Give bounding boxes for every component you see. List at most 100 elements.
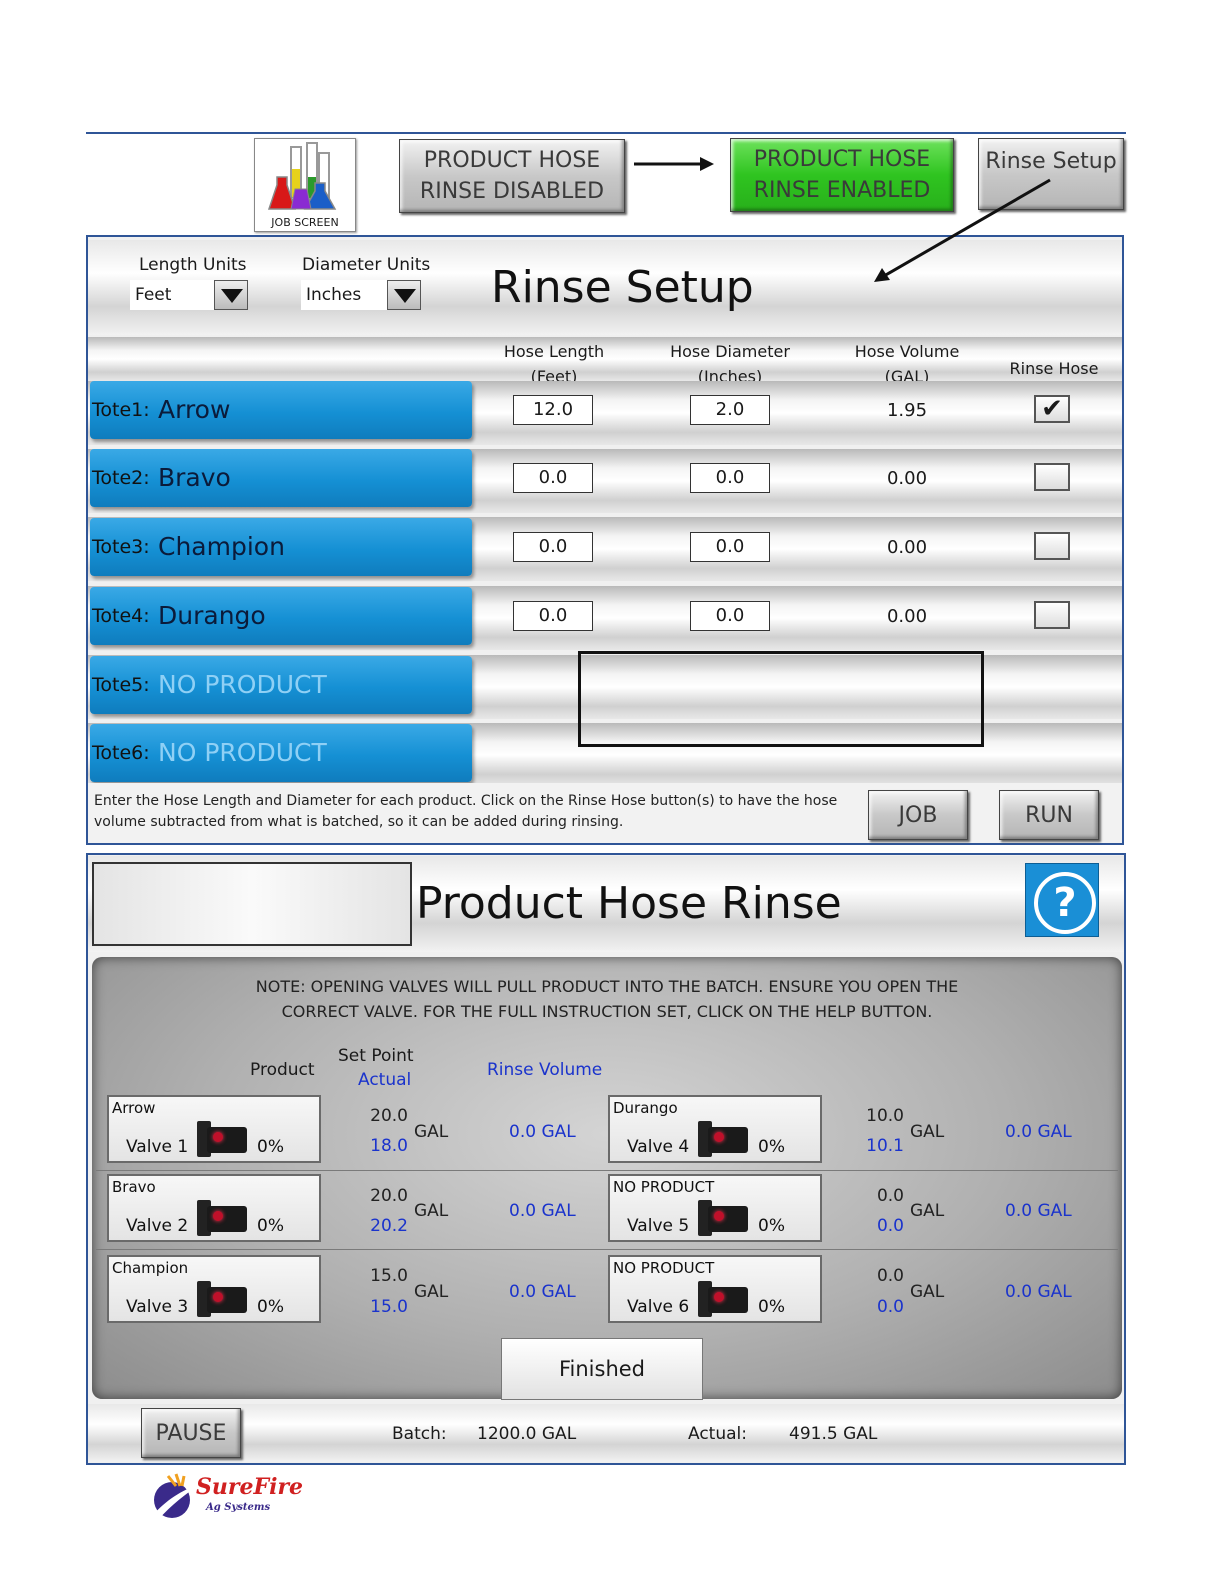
- col-hose-volume-l1: Hose Volume: [854, 342, 960, 361]
- rinse-volume-value: 0.0 GAL: [1005, 1282, 1072, 1302]
- valve-product-name: Bravo: [112, 1178, 156, 1196]
- valve-label: Valve 1: [126, 1137, 189, 1157]
- hose-diameter-input[interactable]: 2.0: [690, 395, 770, 425]
- tote-product-name: Arrow: [158, 395, 231, 424]
- hdr-product: Product: [250, 1060, 315, 1080]
- valve-percent: 0%: [257, 1297, 284, 1317]
- valve-2-button[interactable]: Bravo Valve 2 0%: [107, 1174, 321, 1242]
- tote-product-name: NO PRODUCT: [158, 670, 327, 699]
- gal-unit: GAL: [910, 1201, 945, 1221]
- valve-percent: 0%: [758, 1297, 785, 1317]
- status-display: [92, 862, 412, 946]
- valve-4-button[interactable]: Durango Valve 4 0%: [608, 1095, 822, 1163]
- tote-product-name: Bravo: [158, 463, 231, 492]
- valve-6-button[interactable]: NO PRODUCT Valve 6 0%: [608, 1255, 822, 1323]
- actual-value: 10.1: [866, 1136, 904, 1156]
- hdr-rinse-volume: Rinse Volume: [487, 1060, 603, 1080]
- finished-button[interactable]: Finished: [501, 1338, 703, 1400]
- valve-label: Valve 2: [126, 1216, 189, 1236]
- hose-length-input[interactable]: 0.0: [513, 463, 593, 493]
- note-text: NOTE: OPENING VALVES WILL PULL PRODUCT I…: [92, 974, 1122, 1024]
- setpoint-value: 10.0: [866, 1106, 904, 1126]
- arrow-right-icon: [634, 157, 714, 171]
- rinse-volume-value: 0.0 GAL: [509, 1282, 576, 1302]
- tote-number: Tote3:: [92, 536, 150, 558]
- tote-number: Tote1:: [92, 399, 150, 421]
- valve-1-button[interactable]: Arrow Valve 1 0%: [107, 1095, 321, 1163]
- rinse-hose-checkbox[interactable]: [1034, 463, 1070, 491]
- actual-value: 0.0: [876, 1216, 904, 1236]
- diameter-units-label: Diameter Units: [302, 255, 431, 275]
- chevron-down-icon[interactable]: [214, 280, 248, 310]
- rinse-disabled-line1: PRODUCT HOSE: [423, 148, 601, 173]
- gal-unit: GAL: [414, 1201, 449, 1221]
- rinse-disabled-button[interactable]: PRODUCT HOSE RINSE DISABLED: [399, 139, 625, 213]
- note-line1: NOTE: OPENING VALVES WILL PULL PRODUCT I…: [255, 977, 959, 996]
- row-divider: [96, 1249, 1118, 1250]
- valve-label: Valve 6: [627, 1297, 690, 1317]
- setpoint-value: 0.0: [876, 1266, 904, 1286]
- tote-number: Tote4:: [92, 605, 150, 627]
- valve-product-name: NO PRODUCT: [613, 1178, 715, 1196]
- valve-product-name: NO PRODUCT: [613, 1259, 715, 1277]
- rinse-hose-checkbox[interactable]: ✔: [1034, 395, 1070, 423]
- valve-actuator-icon: [698, 1200, 748, 1236]
- actual-total-value: 491.5 GAL: [789, 1424, 878, 1444]
- chevron-down-icon[interactable]: [387, 280, 421, 310]
- status-bar: [88, 1404, 1124, 1462]
- valve-product-name: Champion: [112, 1259, 189, 1277]
- col-hose-diameter-l1: Hose Diameter: [670, 342, 790, 361]
- hose-diameter-input[interactable]: 0.0: [690, 532, 770, 562]
- hose-diameter-input[interactable]: 0.0: [690, 463, 770, 493]
- hose-length-input[interactable]: 0.0: [513, 532, 593, 562]
- hose-diameter-input[interactable]: 0.0: [690, 601, 770, 631]
- col-rinse-hose: Rinse Hose: [1009, 359, 1099, 378]
- setpoint-value: 15.0: [370, 1266, 408, 1286]
- rinse-enabled-line1: PRODUCT HOSE: [753, 147, 931, 172]
- tote-button-2[interactable]: Tote2: Bravo: [90, 449, 472, 507]
- rinse-setup-title: Rinse Setup: [491, 262, 754, 313]
- tote-product-name: Durango: [158, 601, 266, 630]
- flask-icon: [267, 142, 337, 210]
- pause-button[interactable]: PAUSE: [141, 1408, 241, 1458]
- tote-button-4[interactable]: Tote4: Durango: [90, 587, 472, 645]
- col-hose-length-l1: Hose Length: [503, 342, 605, 361]
- hose-volume-value: 0.00: [886, 606, 928, 627]
- job-button[interactable]: JOB: [868, 790, 968, 840]
- rinse-volume-value: 0.0 GAL: [1005, 1122, 1072, 1142]
- gal-unit: GAL: [910, 1122, 945, 1142]
- job-screen-button[interactable]: JOB SCREEN: [254, 138, 356, 232]
- length-units-select[interactable]: Feet: [130, 280, 214, 310]
- setpoint-value: 20.0: [370, 1106, 408, 1126]
- tote-button-5[interactable]: Tote5: NO PRODUCT: [90, 656, 472, 714]
- gal-unit: GAL: [414, 1122, 449, 1142]
- hose-rinse-title: Product Hose Rinse: [416, 878, 842, 929]
- tote-button-1[interactable]: Tote1: Arrow: [90, 381, 472, 439]
- hose-length-input[interactable]: 12.0: [513, 395, 593, 425]
- instructions-text: Enter the Hose Length and Diameter for e…: [94, 791, 854, 833]
- tote-product-name: NO PRODUCT: [158, 738, 327, 767]
- hdr-setpoint: Set Point: [338, 1046, 414, 1066]
- valve-percent: 0%: [257, 1216, 284, 1236]
- logo-sub: Ag Systems: [206, 1502, 271, 1513]
- hose-length-input[interactable]: 0.0: [513, 601, 593, 631]
- rinse-hose-checkbox[interactable]: [1034, 601, 1070, 629]
- rinse-hose-checkbox[interactable]: [1034, 532, 1070, 560]
- hdr-actual: Actual: [358, 1070, 412, 1090]
- valve-5-button[interactable]: NO PRODUCT Valve 5 0%: [608, 1174, 822, 1242]
- rinse-setup-label: Rinse Setup: [985, 149, 1117, 174]
- help-button[interactable]: ?: [1025, 863, 1099, 937]
- valve-label: Valve 5: [627, 1216, 690, 1236]
- actual-value: 15.0: [370, 1297, 408, 1317]
- valve-actuator-icon: [698, 1121, 748, 1157]
- logo-brand: SureFire: [196, 1474, 304, 1500]
- tote-button-6[interactable]: Tote6: NO PRODUCT: [90, 724, 472, 782]
- swoosh-icon: [152, 1473, 200, 1520]
- tote-button-3[interactable]: Tote3: Champion: [90, 518, 472, 576]
- valve-3-button[interactable]: Champion Valve 3 0%: [107, 1255, 321, 1323]
- message-box: [578, 651, 984, 747]
- run-button[interactable]: RUN: [999, 790, 1099, 840]
- row-divider: [96, 1170, 1118, 1171]
- top-rule: [86, 132, 1126, 134]
- diameter-units-select[interactable]: Inches: [301, 280, 387, 310]
